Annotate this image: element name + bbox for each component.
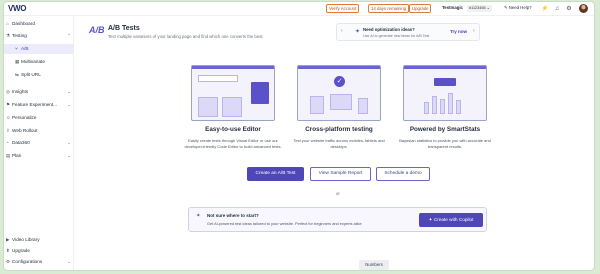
cross-platform-illustration: ✓ xyxy=(297,65,381,121)
create-with-copilot-button[interactable]: ✦ Create with Copilot xyxy=(419,213,483,227)
illus-header-bar xyxy=(298,66,380,69)
chevron-down-icon: ⌄ xyxy=(67,102,71,107)
illus-bar xyxy=(432,96,437,114)
insights-icon: ◎ xyxy=(6,89,10,94)
multivariate-icon: ▦ xyxy=(15,59,20,64)
sidebar-item-ab[interactable]: ⑂ A/B xyxy=(4,44,74,54)
editor-illustration xyxy=(191,65,275,121)
activity-icon[interactable]: ⚡ xyxy=(541,5,549,13)
sidebar-item-video-library[interactable]: ▶ Video Library xyxy=(4,235,74,245)
illus-header-bar xyxy=(192,66,274,69)
need-help-link[interactable]: ✎ Need Help? xyxy=(504,5,532,11)
upgrade-icon: ⬆ xyxy=(6,248,10,253)
sidebar-item-web-rollout[interactable]: ⇪ Web Rollout xyxy=(4,126,74,136)
chevron-down-icon: ⌄ xyxy=(67,89,71,94)
illus-bar xyxy=(448,93,453,114)
sidebar-item-feature-experiment[interactable]: ⚑ Feature Experiment... ⌄ xyxy=(4,100,74,110)
user-avatar[interactable] xyxy=(579,4,588,13)
illus-block xyxy=(222,97,242,117)
optimization-ideas-banner: ‹ ✦ Need optimization ideas? Use AI to g… xyxy=(336,23,480,41)
chevron-down-icon: ⌄ xyxy=(67,153,71,158)
main-content: A/B A/B Tests Test multiple variations o… xyxy=(75,16,594,270)
top-bar: VWO Verify Account 14 days remaining Upg… xyxy=(4,2,594,16)
check-icon: ✓ xyxy=(334,76,345,87)
or-divider: or xyxy=(336,191,340,196)
sidebar-item-split-url[interactable]: ⇆ Split URL xyxy=(4,70,74,80)
ab-icon: ⑂ xyxy=(15,46,18,51)
copilot-subtitle: Get AI-powered test ideas tailored to yo… xyxy=(207,221,362,226)
dashboard-icon: ⌂ xyxy=(6,21,9,26)
try-now-link[interactable]: Try now xyxy=(450,29,467,34)
sidebar-item-dashboard[interactable]: ⌂ Dashboard xyxy=(4,19,74,29)
page-title: A/B Tests xyxy=(108,25,140,32)
chevron-left-icon[interactable]: ‹ xyxy=(341,28,343,34)
illus-header-bar xyxy=(404,66,486,69)
create-ab-test-button[interactable]: Create an A/B Test xyxy=(247,167,304,181)
gear-icon[interactable]: ⚙ xyxy=(565,5,573,13)
flag-icon: ⚑ xyxy=(6,102,11,107)
illus-tooltip xyxy=(434,78,456,86)
illus-desktop xyxy=(330,94,352,110)
ab-test-icon: A/B xyxy=(89,25,105,35)
sidebar-item-upgrade[interactable]: ⬆ Upgrade xyxy=(4,246,74,256)
chevron-down-icon: ⌄ xyxy=(67,140,71,145)
sidebar-item-insights[interactable]: ◎ Insights ⌄ xyxy=(4,87,74,97)
account-name: Testmagic xyxy=(442,5,463,10)
account-id-dropdown[interactable]: #1123456 ⌄ xyxy=(467,5,492,12)
vwo-logo[interactable]: VWO xyxy=(8,4,27,13)
chevron-right-icon[interactable]: › xyxy=(473,28,475,34)
sidebar-item-personalize[interactable]: ☺ Personalize xyxy=(4,113,74,123)
schedule-demo-button[interactable]: Schedule a demo xyxy=(376,167,430,181)
sparkle-icon: ✦ xyxy=(355,29,361,35)
illus-mobile xyxy=(358,98,368,114)
sidebar-item-testing[interactable]: ⚗ Testing ⌃ xyxy=(4,31,74,41)
app-window: VWO Verify Account 14 days remaining Upg… xyxy=(4,2,594,270)
numbers-tab[interactable]: Numbers xyxy=(359,260,389,270)
rollout-icon: ⇪ xyxy=(6,128,10,133)
trial-remaining-badge[interactable]: 14 days remaining xyxy=(368,4,410,13)
illus-editor-panel xyxy=(251,82,269,104)
promo-subtitle: Use AI to generate new ideas for A/B Tes… xyxy=(363,34,430,38)
card-desc-cross-platform: Test your website traffic across mobiles… xyxy=(293,138,385,149)
plan-icon: ▤ xyxy=(6,153,11,158)
sidebar-item-configurations[interactable]: ⚙ Configurations ⌄ xyxy=(4,257,74,267)
promo-title: Need optimization ideas? xyxy=(363,27,415,32)
illus-bar xyxy=(424,102,429,114)
personalize-icon: ☺ xyxy=(6,115,11,120)
chevron-up-icon: ⌃ xyxy=(67,33,71,38)
card-desc-editor: Easily create tests through Visual Edito… xyxy=(184,138,282,149)
upgrade-button[interactable]: Upgrade xyxy=(409,4,432,13)
illus-block xyxy=(198,97,218,117)
data360-icon: ◔ xyxy=(6,140,9,145)
video-icon: ▶ xyxy=(6,237,10,242)
sidebar-item-multivariate[interactable]: ▦ Multivariate xyxy=(4,57,74,67)
view-sample-report-button[interactable]: View Sample Report xyxy=(310,167,371,181)
split-url-icon: ⇆ xyxy=(15,72,19,77)
sidebar-item-data360[interactable]: ◔ Data360 ⌄ xyxy=(4,138,74,148)
copilot-panel: ✦ Not sure where to start? Get AI-powere… xyxy=(188,207,487,232)
illus-url-bar xyxy=(198,75,238,82)
verify-account-button[interactable]: Verify Account xyxy=(326,4,360,13)
gear-icon: ⚙ xyxy=(6,259,11,264)
copilot-title: Not sure where to start? xyxy=(207,213,259,218)
sidebar-item-plan[interactable]: ▤ Plan ⌄ xyxy=(4,151,74,161)
page-subtitle: Test multiple variations of your landing… xyxy=(108,34,263,39)
illus-tablet xyxy=(310,96,324,114)
card-desc-smartstats: Bayesian statistics to provide you with … xyxy=(399,138,491,149)
illus-bar xyxy=(456,100,461,114)
card-title-cross-platform: Cross-platform testing xyxy=(305,126,373,133)
bell-icon[interactable]: ♫ xyxy=(553,5,561,13)
chevron-down-icon: ⌄ xyxy=(67,259,71,264)
sidebar: ⌂ Dashboard ⚗ Testing ⌃ ⑂ A/B ▦ Multivariate … xyxy=(4,16,74,270)
smartstats-illustration xyxy=(403,65,487,121)
testing-icon: ⚗ xyxy=(6,33,11,38)
illus-bar xyxy=(440,99,445,114)
card-title-editor: Easy-to-use Editor xyxy=(205,126,261,133)
card-title-smartstats: Powered by SmartStats xyxy=(409,126,481,133)
copilot-sparkle-icon: ✦ xyxy=(196,213,201,219)
